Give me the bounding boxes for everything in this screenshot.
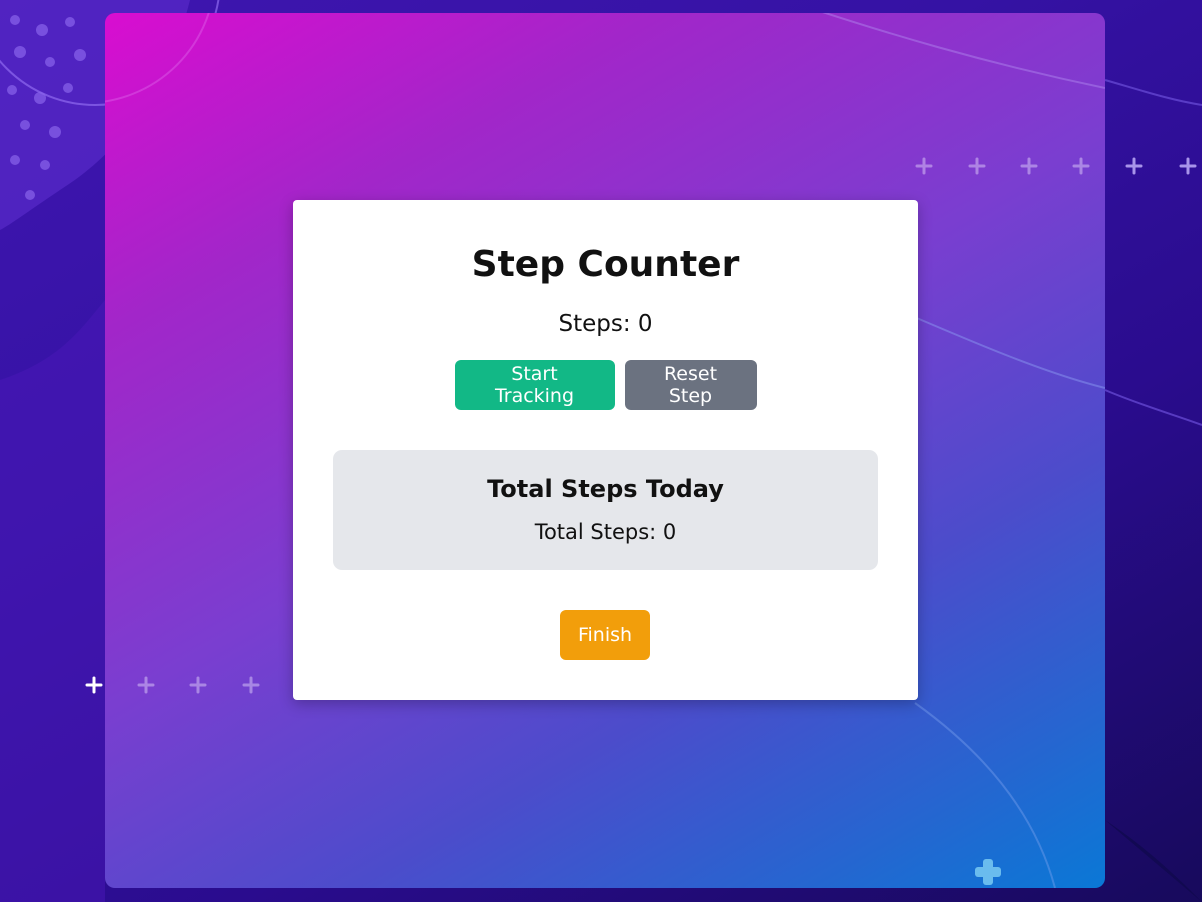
total-steps-value: Total Steps: 0 [534,520,677,544]
step-counter-card: Step Counter Steps: 0 Start Tracking Res… [293,200,918,700]
steps-count: Steps: 0 [558,311,653,337]
page-title: Step Counter [471,244,740,285]
total-steps-heading: Total Steps Today [487,475,724,503]
start-tracking-button[interactable]: Start Tracking [454,360,615,410]
action-button-row: Start Tracking Reset Step [293,360,918,410]
reset-step-button[interactable]: Reset Step [624,360,757,410]
finish-button[interactable]: Finish [560,610,650,660]
plus-sparkle-icon [975,859,1001,885]
total-steps-panel: Total Steps Today Total Steps: 0 [333,450,878,570]
